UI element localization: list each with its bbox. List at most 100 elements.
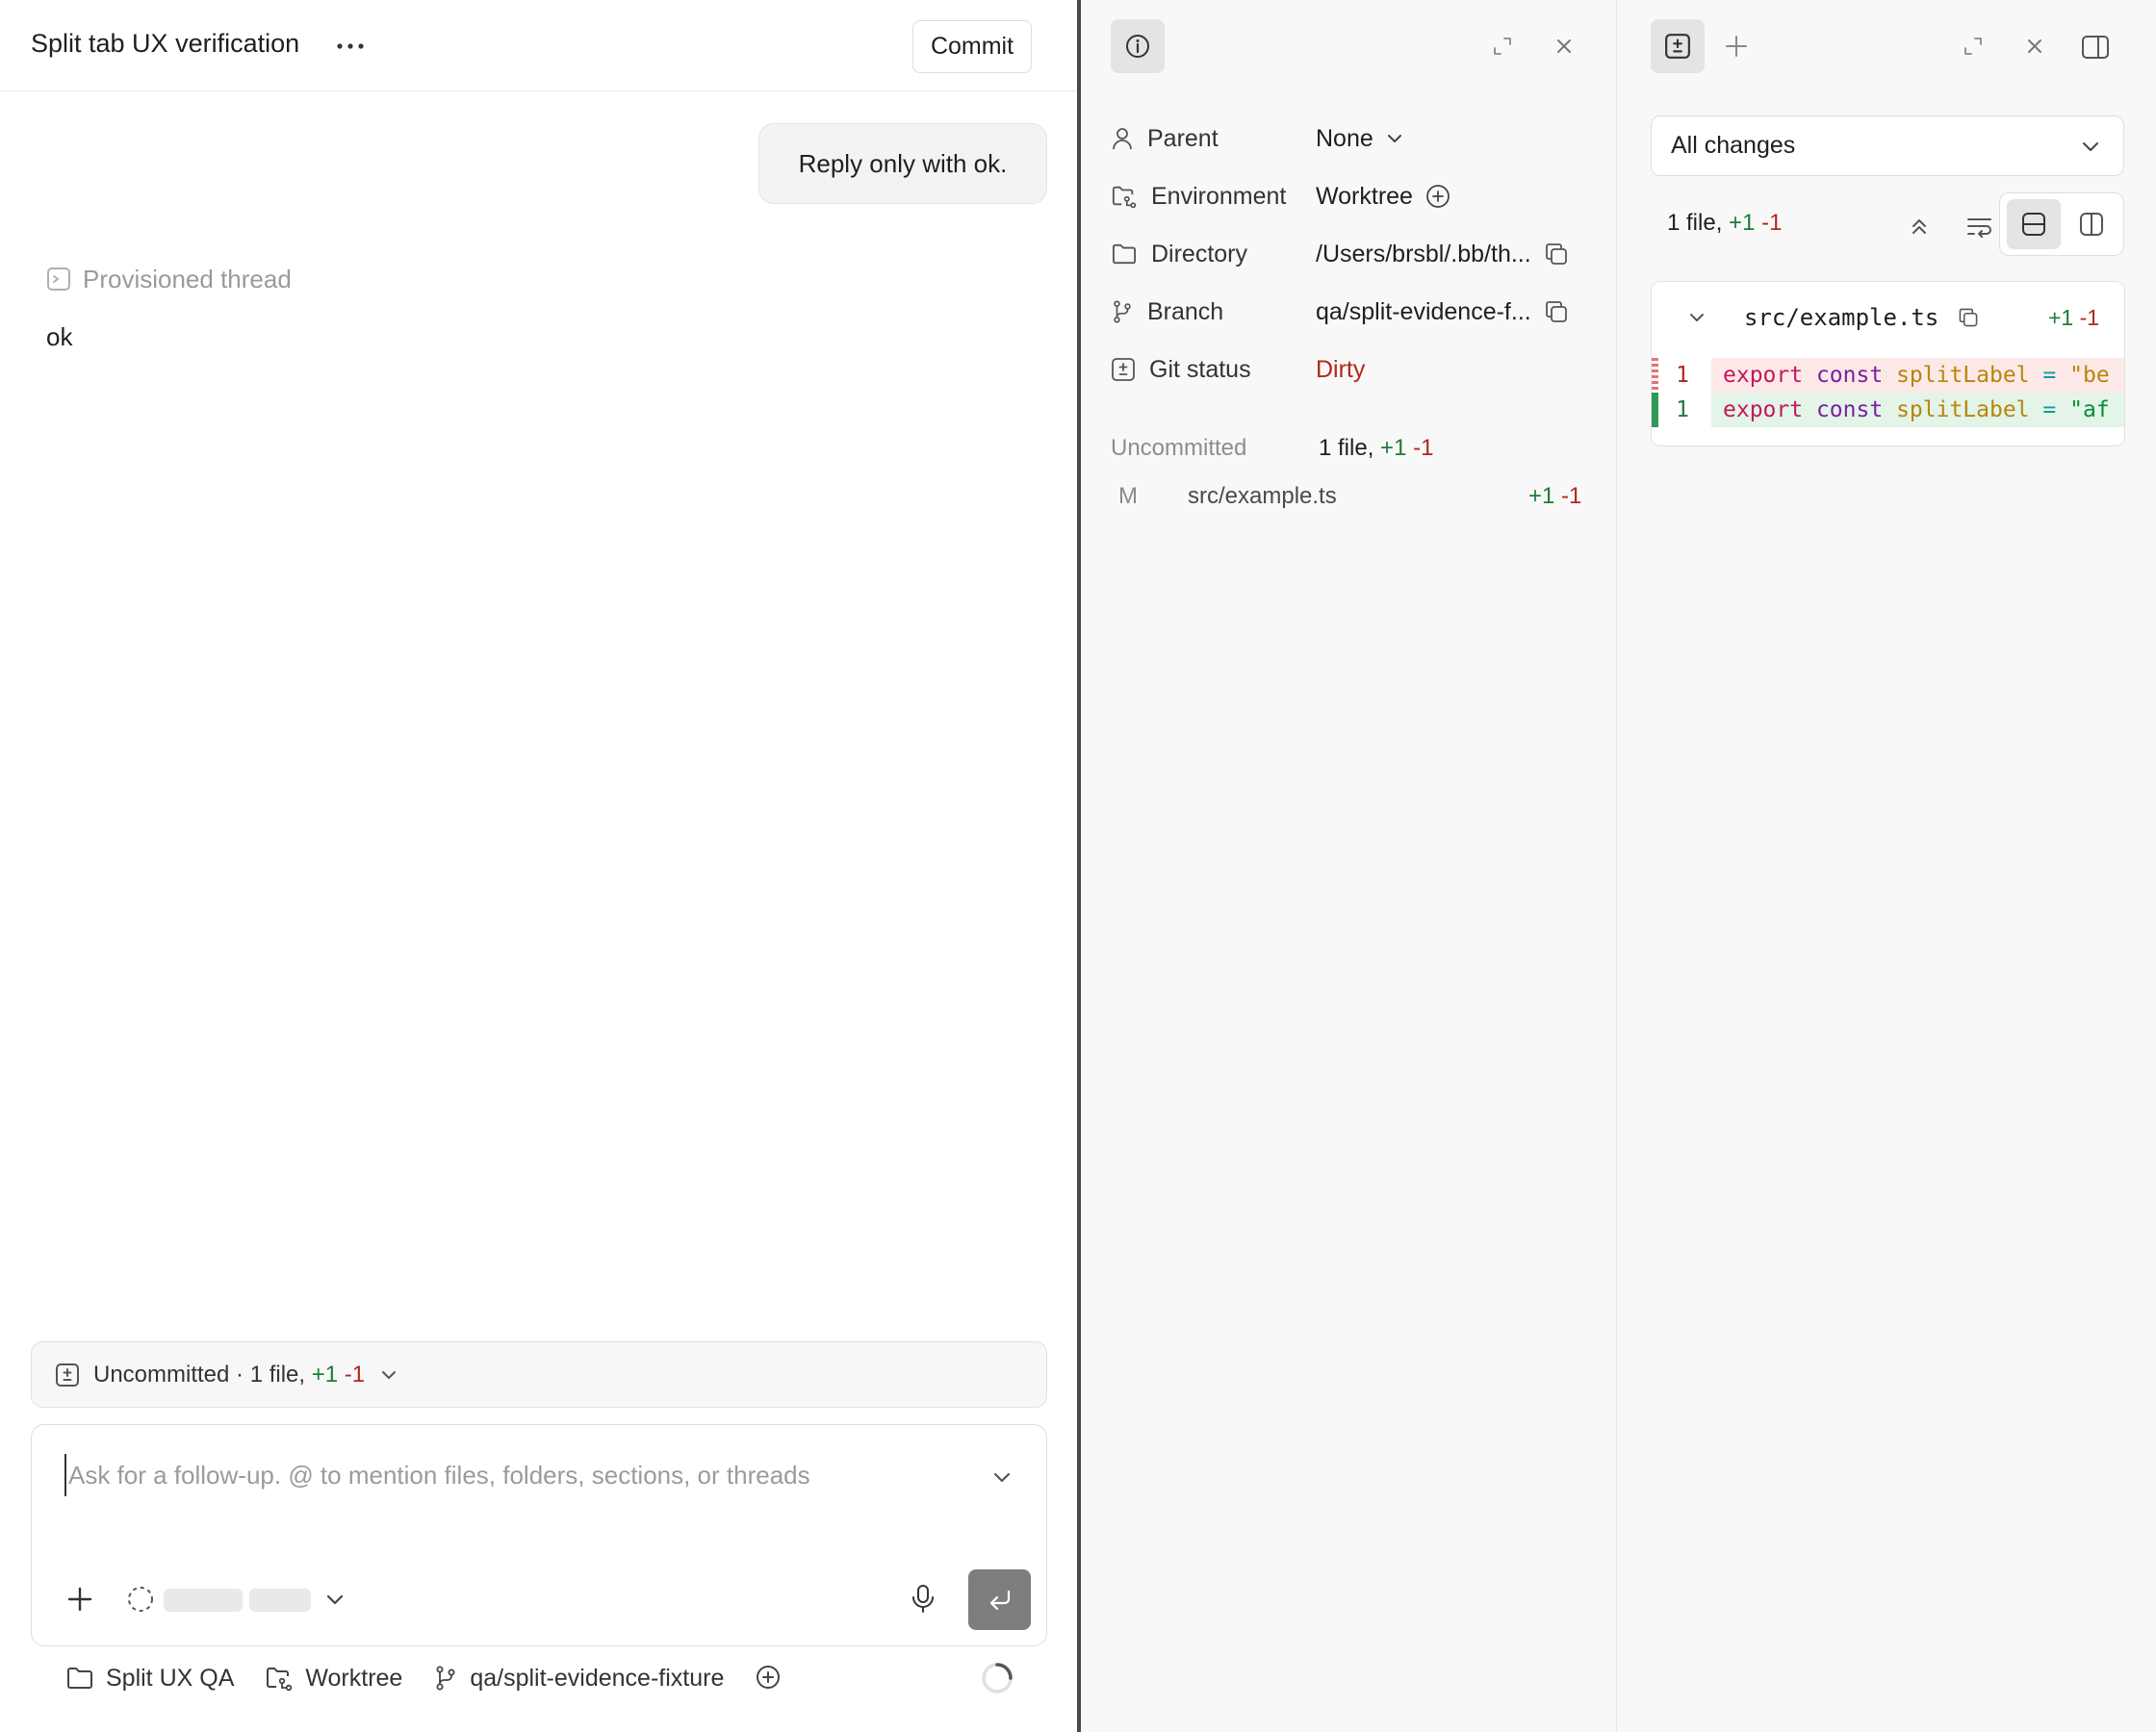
microphone-icon <box>912 1585 934 1613</box>
project-name: Split UX QA <box>106 1664 235 1692</box>
diff-card-stat: +1 -1 <box>2048 301 2099 334</box>
add-circle-icon[interactable] <box>1424 183 1451 210</box>
copy-path-button[interactable] <box>1952 301 1985 334</box>
add-attachment-button[interactable] <box>61 1580 99 1618</box>
plus-icon <box>1726 36 1747 57</box>
chat-panel: Split tab UX verification Commit Reply o… <box>0 0 1077 1732</box>
property-directory: Directory /Users/brsbl/.bb/th... <box>1111 235 1611 273</box>
changes-filter-select[interactable]: All changes <box>1651 115 2124 176</box>
tab-diff[interactable] <box>1651 19 1705 73</box>
added-count: +1 <box>1729 210 1756 236</box>
line-number: 1 <box>1676 397 1689 422</box>
worktree-icon <box>265 1665 294 1692</box>
tab-info[interactable] <box>1111 19 1165 73</box>
added-count: +1 <box>1380 435 1407 461</box>
branch-chip[interactable]: qa/split-evidence-fixture <box>433 1665 724 1693</box>
commit-button[interactable]: Commit <box>912 20 1032 73</box>
info-icon <box>1126 35 1149 58</box>
property-value: /Users/brsbl/.bb/th... <box>1316 240 1531 267</box>
collapse-all-button[interactable] <box>1900 208 1938 246</box>
property-parent: Parent None <box>1111 119 1611 158</box>
new-tab-button[interactable] <box>1717 27 1756 65</box>
removed-count: -1 <box>1413 435 1434 461</box>
property-value: Worktree <box>1316 182 1413 210</box>
environment-chip[interactable]: Worktree <box>265 1665 402 1693</box>
split-view-button[interactable] <box>2065 199 2118 249</box>
close-icon <box>2028 39 2041 53</box>
diff-view-toggle <box>1999 192 2124 256</box>
property-environment: Environment Worktree <box>1111 177 1611 216</box>
property-value: qa/split-evidence-f... <box>1316 297 1531 325</box>
copy-icon[interactable] <box>1543 298 1570 325</box>
chat-header: Split tab UX verification Commit <box>0 0 1077 91</box>
chevron-down-icon <box>1385 129 1404 148</box>
expand-icon <box>1964 38 1982 55</box>
code-text: export const splitLabel = "af <box>1711 393 2124 427</box>
expand-panel-button[interactable] <box>1956 29 1990 64</box>
changes-filter-value: All changes <box>1671 132 1796 159</box>
composer-expand-button[interactable] <box>985 1460 1019 1494</box>
added-count: +1 <box>1528 483 1555 509</box>
file-diff-card: src/example.ts +1 -1 1 export const spli… <box>1651 281 2125 446</box>
terminal-icon <box>46 267 71 292</box>
add-circle-icon <box>755 1665 782 1692</box>
word-wrap-button[interactable] <box>1961 208 1999 246</box>
parent-selector[interactable]: None <box>1316 125 1404 153</box>
composer <box>31 1424 1047 1646</box>
wrap-text-icon <box>1967 218 1991 238</box>
copy-icon[interactable] <box>1543 241 1570 267</box>
worktree-icon <box>1111 184 1138 209</box>
project-chip[interactable]: Split UX QA <box>65 1665 234 1693</box>
branch-icon <box>1111 299 1134 324</box>
environment-name: Worktree <box>305 1664 403 1692</box>
line-number: 1 <box>1676 363 1689 388</box>
diff-summary: 1 file, +1 -1 <box>1667 210 1782 237</box>
provisioned-thread-row: Provisioned thread <box>46 262 292 296</box>
chevron-down-icon <box>378 1364 399 1386</box>
diff-line-added: 1 export const splitLabel = "af <box>1652 393 2124 427</box>
uncommitted-bar-label: Uncommitted · 1 file, <box>93 1361 306 1388</box>
follow-up-input[interactable] <box>64 1454 969 1496</box>
property-label: Branch <box>1147 297 1224 325</box>
enter-icon <box>989 1590 1010 1610</box>
unified-view-icon <box>2022 213 2045 236</box>
sidebar-icon <box>2082 36 2109 59</box>
model-selector-chevron[interactable] <box>319 1583 351 1616</box>
changed-file-link[interactable]: src/example.ts <box>1188 483 1337 510</box>
close-panel-button[interactable] <box>2017 29 2052 64</box>
folder-icon <box>65 1666 94 1691</box>
thread-footer: Split UX QA Worktree qa/split-evidence-f… <box>65 1659 801 1697</box>
microphone-button[interactable] <box>904 1579 942 1617</box>
send-button[interactable] <box>968 1569 1031 1630</box>
chevron-down-icon <box>2079 135 2102 158</box>
unified-view-button[interactable] <box>2007 199 2061 249</box>
close-icon <box>1557 39 1571 53</box>
add-context-button[interactable] <box>755 1665 782 1692</box>
chevron-down-icon <box>1690 314 1704 321</box>
uncommitted-changes-bar[interactable]: Uncommitted · 1 file, +1 -1 <box>31 1341 1047 1408</box>
branch-name: qa/split-evidence-fixture <box>470 1664 725 1692</box>
diff-icon <box>55 1363 80 1388</box>
property-git-status: Git status Dirty <box>1111 350 1611 389</box>
folder-icon <box>1111 242 1138 266</box>
diff-icon <box>1111 357 1136 382</box>
assistant-reply: ok <box>46 322 73 351</box>
removed-count: -1 <box>1561 483 1582 509</box>
more-options-button[interactable] <box>333 27 368 65</box>
added-count: +1 <box>311 1361 339 1388</box>
diff-file-name: src/example.ts <box>1744 304 1939 331</box>
property-label: Environment <box>1151 182 1287 210</box>
split-view-icon <box>2080 213 2103 236</box>
code-text: export const splitLabel = "be <box>1711 358 2124 393</box>
property-label: Git status <box>1149 355 1251 383</box>
provisioned-thread-label: Provisioned thread <box>83 264 292 293</box>
collapse-file-button[interactable] <box>1681 301 1713 334</box>
plus-icon <box>67 1587 92 1612</box>
expand-panel-button[interactable] <box>1485 29 1520 64</box>
added-count: +1 <box>2048 305 2074 330</box>
summary-text: 1 file, <box>1319 435 1374 461</box>
close-panel-button[interactable] <box>1547 29 1581 64</box>
toggle-sidebar-button[interactable] <box>2077 29 2114 65</box>
summary-text: 1 file, <box>1667 210 1723 236</box>
thread-title: Split tab UX verification <box>31 29 300 58</box>
